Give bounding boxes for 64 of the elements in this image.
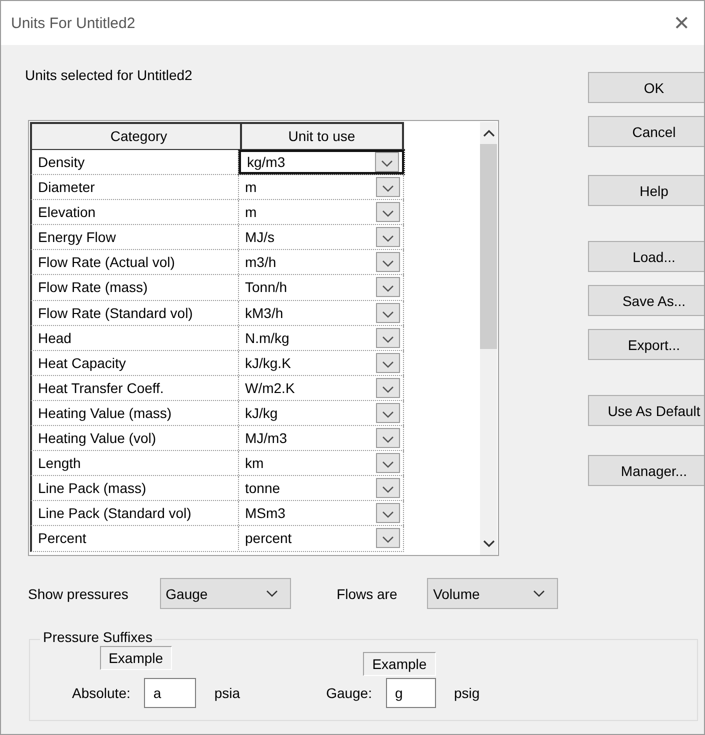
unit-dropdown[interactable]: W/m2.K — [239, 376, 404, 400]
unit-dropdown[interactable]: Tonn/h — [239, 275, 404, 300]
category-cell: Head — [32, 326, 239, 350]
scroll-up-icon[interactable] — [482, 128, 496, 138]
category-cell: Density — [32, 150, 239, 174]
dialog-button[interactable]: Export... — [588, 329, 704, 360]
unit-dropdown[interactable]: MJ/s — [239, 225, 404, 250]
category-cell: Line Pack (mass) — [32, 476, 239, 500]
window-title: Units For Untitled2 — [11, 14, 136, 32]
show-pressures-dropdown[interactable]: Gauge — [160, 578, 291, 609]
unit-dropdown[interactable]: kM3/h — [239, 300, 404, 325]
scrollbar-thumb[interactable] — [480, 144, 497, 349]
dialog-button[interactable]: Use As Default — [588, 395, 704, 426]
dialog-button[interactable]: OK — [588, 72, 704, 103]
category-cell: Diameter — [32, 175, 239, 200]
category-cell: Heating Value (vol) — [32, 426, 239, 450]
example-label: Example — [100, 646, 172, 670]
unit-dropdown[interactable]: percent — [239, 526, 404, 550]
chevron-down-icon — [532, 590, 545, 598]
unit-label: psia — [214, 685, 240, 701]
column-header: Category — [32, 124, 242, 149]
dialog-button[interactable]: Help — [588, 175, 704, 206]
category-cell: Energy Flow — [32, 225, 239, 250]
dialog-button[interactable]: Load... — [588, 241, 704, 272]
suffix-input[interactable]: g — [386, 678, 436, 708]
close-button[interactable]: ✕ — [667, 9, 696, 37]
dialog-button[interactable]: Manager... — [588, 455, 704, 486]
dialog-button[interactable]: Save As... — [588, 285, 704, 316]
unit-dropdown[interactable]: N.m/kg — [239, 326, 404, 350]
flows-are-label: Flows are — [336, 586, 398, 602]
category-cell: Flow Rate (Actual vol) — [32, 250, 239, 274]
unit-dropdown[interactable]: m — [239, 175, 404, 200]
unit-dropdown[interactable]: m — [239, 200, 404, 224]
category-cell: Percent — [32, 526, 239, 550]
dialog-heading: Units selected for Untitled2 — [25, 67, 194, 83]
unit-label: psig — [454, 685, 480, 701]
category-cell: Flow Rate (Standard vol) — [32, 300, 239, 325]
chevron-down-icon — [266, 590, 278, 598]
unit-dropdown[interactable]: kg/m3 — [239, 150, 404, 174]
category-cell: Heating Value (mass) — [32, 400, 239, 425]
category-cell: Line Pack (Standard vol) — [32, 501, 239, 526]
show-pressures-label: Show pressures — [28, 586, 130, 602]
dialog-button[interactable]: Cancel — [588, 116, 704, 147]
category-cell: Heat Transfer Coeff. — [32, 376, 239, 400]
unit-dropdown[interactable]: kJ/kg — [239, 400, 404, 425]
group-title: Pressure Suffixes — [40, 629, 156, 645]
vertical-scrollbar[interactable] — [480, 122, 497, 555]
flows-are-dropdown[interactable]: Volume — [427, 578, 558, 609]
category-cell: Flow Rate (mass) — [32, 275, 239, 300]
example-label: Example — [363, 652, 436, 676]
category-cell: Heat Capacity — [32, 350, 239, 375]
unit-dropdown[interactable]: kJ/kg.K — [239, 350, 404, 375]
category-cell: Elevation — [32, 200, 239, 224]
suffix-input[interactable]: a — [144, 678, 196, 708]
suffix-label: Absolute: — [72, 685, 130, 701]
unit-dropdown[interactable]: MJ/m3 — [239, 426, 404, 450]
unit-dropdown[interactable]: km — [239, 451, 404, 476]
unit-dropdown[interactable]: m3/h — [239, 250, 404, 274]
unit-dropdown[interactable]: tonne — [239, 476, 404, 500]
unit-dropdown[interactable]: MSm3 — [239, 501, 404, 526]
column-header: Unit to use — [242, 124, 402, 149]
suffix-label: Gauge: — [326, 685, 372, 701]
scroll-down-icon[interactable] — [482, 539, 496, 549]
category-cell: Length — [32, 451, 239, 476]
